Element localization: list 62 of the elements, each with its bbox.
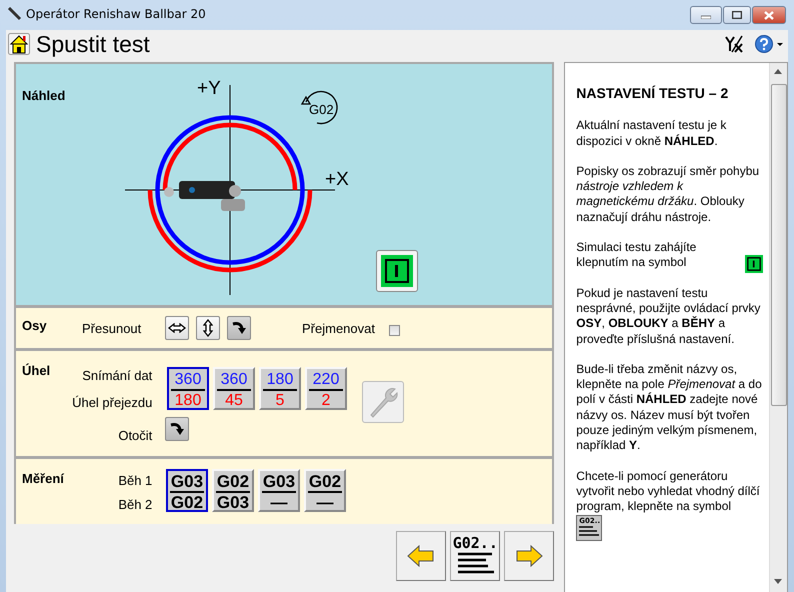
axis-label: +Y	[197, 78, 221, 99]
section-title: Úhel	[22, 363, 50, 378]
angle-option-button[interactable]: 220 2	[305, 367, 347, 410]
run-option-button[interactable]: G02 G03	[212, 469, 254, 512]
rotate-button[interactable]	[165, 417, 189, 441]
axis-label: +X	[325, 169, 349, 190]
horizontal-arrows-icon	[168, 323, 186, 333]
capture-label: Snímání dat	[82, 368, 152, 383]
help-paragraph: Chcete-li pomocí generátoru vytvořit nebo vyhledat vhodný dílčí program, klepněte na symbol	[576, 468, 760, 514]
rotate-arrow-icon	[169, 421, 185, 437]
page-title: Spustit test	[36, 30, 150, 58]
swap-horizontal-button[interactable]	[165, 316, 189, 340]
start-icon	[745, 254, 763, 273]
run-option-button[interactable]: G03 G02	[166, 469, 208, 512]
scrollbar[interactable]	[769, 63, 787, 592]
move-label: Přesunout	[82, 321, 142, 336]
panel-title: Náhled	[22, 88, 66, 103]
help-paragraph: Simulaci testu zahájíte klepnutím na symbol	[576, 240, 698, 271]
program-generator-button[interactable]: G02..	[450, 531, 500, 581]
scroll-down-icon[interactable]	[774, 579, 782, 584]
help-paragraph: Pokud je nastavení testu nesprávné, použijte ovládací prvky OSY, OBLOUKY a BĚHY a proveďte příslušná nastavení.	[576, 286, 760, 346]
pen-icon	[8, 7, 22, 21]
overrun-label: Úhel přejezdu	[72, 395, 152, 410]
run-label: Běh 2	[118, 497, 152, 512]
run-option-button[interactable]: G03 —	[258, 469, 300, 512]
rotation-arrow-icon	[301, 90, 338, 124]
axis-swap-icon[interactable]	[724, 34, 744, 54]
start-icon	[381, 255, 413, 287]
vertical-arrows-icon	[203, 319, 213, 337]
window-title: Operátor Renishaw Ballbar 20	[26, 7, 206, 21]
run-label: Běh 1	[118, 473, 152, 488]
next-button[interactable]	[504, 531, 554, 581]
maximize-button[interactable]	[723, 6, 751, 24]
section-title: Osy	[22, 318, 47, 333]
angle-option-button[interactable]: 360 45	[213, 367, 255, 410]
help-title: NASTAVENÍ TESTU – 2	[576, 86, 730, 102]
rotate-label: Otočit	[118, 428, 152, 443]
close-icon	[764, 10, 774, 20]
help-paragraph: Bude-li třeba změnit názvy os, klepněte na pole Přejmenovat a do polí v části NÁHLED zadejte nové názvy os. Název musí být tvořen pouze jediným velkým písmenem, například Y.	[576, 362, 762, 452]
angle-option-button[interactable]: 180 5	[259, 367, 301, 410]
swap-vertical-button[interactable]	[196, 316, 220, 340]
rotate-button[interactable]	[227, 316, 251, 340]
maximize-icon	[732, 11, 742, 19]
lines-icon	[456, 551, 494, 575]
scroll-up-icon[interactable]	[774, 69, 782, 74]
home-icon[interactable]	[8, 33, 30, 55]
run-option-button[interactable]: G02 —	[304, 469, 346, 512]
close-button[interactable]	[752, 6, 786, 24]
rename-checkbox[interactable]	[389, 325, 400, 336]
right-arrow-icon	[515, 545, 544, 567]
left-arrow-icon	[407, 545, 436, 567]
rotate-arrow-icon	[231, 320, 247, 336]
help-paragraph: Popisky os zobrazují směr pohybu nástroje vzhledem k magnetickému držáku. Oblouky naznačují dráhu nástroje.	[576, 164, 760, 224]
back-button[interactable]	[396, 531, 446, 581]
section-title: Měření	[22, 471, 64, 486]
angle-option-button[interactable]: 360 180	[167, 367, 209, 410]
help-paragraph: Aktuální nastavení testu je k dispozici v okně NÁHLED.	[576, 118, 726, 148]
minimize-button[interactable]	[690, 6, 722, 24]
start-simulation-button[interactable]	[376, 250, 418, 292]
direction-label: G02	[309, 102, 334, 117]
help-icon[interactable]	[754, 34, 784, 54]
rename-label: Přejmenovat	[302, 321, 375, 336]
